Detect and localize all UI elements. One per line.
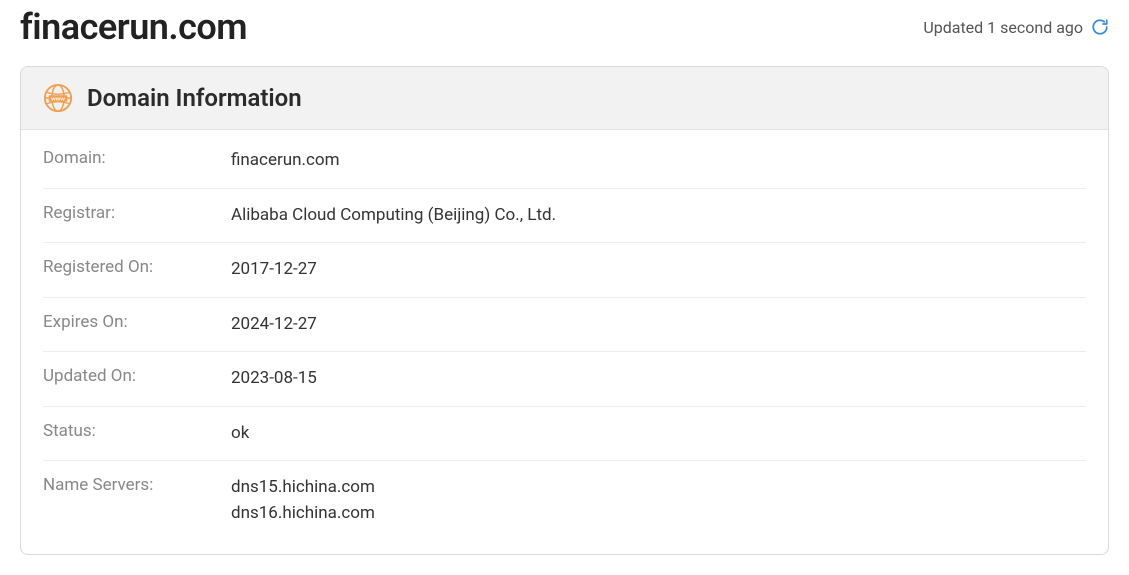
row-registered-on: Registered On: 2017-12-27 xyxy=(43,243,1086,298)
value-name-servers: dns15.hichina.com dns16.hichina.com xyxy=(231,475,375,526)
domain-title: finacerun.com xyxy=(20,6,247,48)
row-updated-on: Updated On: 2023-08-15 xyxy=(43,352,1086,407)
card-title: Domain Information xyxy=(87,84,302,112)
card-header: WWW Domain Information xyxy=(21,67,1108,130)
value-domain: finacerun.com xyxy=(231,148,339,174)
label-updated-on: Updated On: xyxy=(43,366,231,386)
row-status: Status: ok xyxy=(43,407,1086,462)
row-expires-on: Expires On: 2024-12-27 xyxy=(43,298,1086,353)
value-expires-on: 2024-12-27 xyxy=(231,312,317,338)
card-body: Domain: finacerun.com Registrar: Alibaba… xyxy=(21,130,1108,554)
row-name-servers: Name Servers: dns15.hichina.com dns16.hi… xyxy=(43,461,1086,540)
updated-timestamp: Updated 1 second ago xyxy=(923,18,1083,37)
label-registered-on: Registered On: xyxy=(43,257,231,277)
www-globe-icon: WWW xyxy=(43,83,73,113)
value-updated-on: 2023-08-15 xyxy=(231,366,317,392)
name-server-entry: dns16.hichina.com xyxy=(231,501,375,527)
label-domain: Domain: xyxy=(43,148,231,168)
row-domain: Domain: finacerun.com xyxy=(43,134,1086,189)
label-name-servers: Name Servers: xyxy=(43,475,231,495)
value-registered-on: 2017-12-27 xyxy=(231,257,317,283)
label-registrar: Registrar: xyxy=(43,203,231,223)
updated-group: Updated 1 second ago xyxy=(923,18,1109,37)
row-registrar: Registrar: Alibaba Cloud Computing (Beij… xyxy=(43,189,1086,244)
name-server-entry: dns15.hichina.com xyxy=(231,475,375,501)
value-registrar: Alibaba Cloud Computing (Beijing) Co., L… xyxy=(231,203,556,229)
label-expires-on: Expires On: xyxy=(43,312,231,332)
value-status: ok xyxy=(231,421,249,447)
domain-info-card: WWW Domain Information Domain: finacerun… xyxy=(20,66,1109,555)
label-status: Status: xyxy=(43,421,231,441)
header-row: finacerun.com Updated 1 second ago xyxy=(20,0,1109,66)
svg-text:WWW: WWW xyxy=(51,96,65,102)
refresh-icon[interactable] xyxy=(1091,18,1109,36)
